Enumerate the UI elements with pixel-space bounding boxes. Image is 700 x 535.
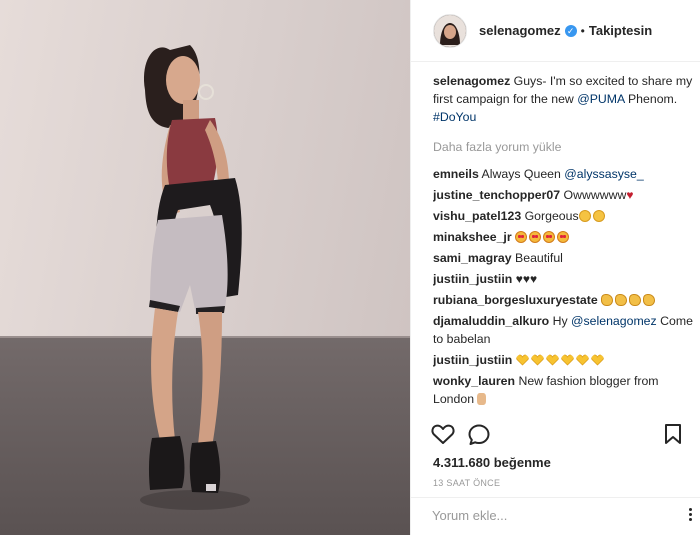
comment-username[interactable]: emneils <box>433 167 479 181</box>
header-separator: • <box>580 23 585 38</box>
verified-icon: ✓ <box>564 24 577 37</box>
comment: wonky_lauren New fashion blogger from Lo… <box>433 372 693 408</box>
yellow-heart-emoji-icon <box>575 354 589 366</box>
smile-emoji-icon <box>578 210 591 222</box>
comments-list[interactable]: selenagomez Guys- I'm so excited to shar… <box>433 72 693 415</box>
comment-text: Always Queen <box>481 167 565 181</box>
post-sidebar: selenagomez ✓ • Takiptesin selenagomez G… <box>410 0 700 535</box>
comment-username[interactable]: minakshee_jr <box>433 230 512 244</box>
comment-text: Beautiful <box>515 251 563 265</box>
heart-eyes-emoji-icon <box>529 231 542 243</box>
comment-username[interactable]: wonky_lauren <box>433 374 515 388</box>
comment-username[interactable]: vishu_patel123 <box>433 209 521 223</box>
yellow-heart-emoji-icon <box>515 354 529 366</box>
comment-username[interactable]: justine_tenchopper07 <box>433 188 560 202</box>
comment: minakshee_jr <box>433 228 693 246</box>
comment: djamaluddin_alkuro Hy @selenagomez Come … <box>433 312 693 348</box>
comment-username[interactable]: justiin_justiin <box>433 353 512 367</box>
person-figure <box>140 45 250 510</box>
comment-username[interactable]: rubiana_borgesluxuryestate <box>433 293 598 307</box>
heart-eyes-emoji-icon <box>543 231 556 243</box>
red-heart-emoji-icon: ♥ <box>626 188 634 202</box>
bookmark-icon[interactable] <box>663 423 683 445</box>
comment: sami_magray Beautiful <box>433 249 693 267</box>
clap-emoji-icon <box>643 294 656 306</box>
comment: justine_tenchopper07 Owwwwww♥ <box>433 186 693 204</box>
post-caption: selenagomez Guys- I'm so excited to shar… <box>433 72 693 126</box>
caption-username[interactable]: selenagomez <box>433 74 510 88</box>
caption-hashtag[interactable]: #DoYou <box>433 110 476 124</box>
post-header: selenagomez ✓ • Takiptesin <box>411 0 700 62</box>
add-comment-input[interactable] <box>432 508 662 523</box>
load-more-comments[interactable]: Daha fazla yorum yükle <box>433 138 693 156</box>
comment: rubiana_borgesluxuryestate <box>433 291 693 309</box>
yellow-heart-emoji-icon <box>530 354 544 366</box>
following-button[interactable]: Takiptesin <box>589 23 652 38</box>
smile-emoji-icon <box>592 210 605 222</box>
caption-text-2: Phenom. <box>624 92 678 106</box>
yellow-heart-emoji-icon <box>590 354 604 366</box>
comment-text: Owwwwww <box>563 188 627 202</box>
clap-emoji-icon <box>629 294 642 306</box>
clap-emoji-icon <box>601 294 614 306</box>
clap-emoji-icon <box>615 294 628 306</box>
comment-mention[interactable]: @selenagomez <box>571 314 657 328</box>
caption-mention[interactable]: @PUMA <box>577 92 624 106</box>
likes-count[interactable]: 4.311.680 beğenme <box>433 455 551 470</box>
comment: emneils Always Queen @alyssasyse_ <box>433 165 693 183</box>
action-bar <box>431 423 691 449</box>
comment-text: Gorgeous <box>524 209 579 223</box>
add-comment-bar <box>411 497 700 535</box>
comment-text: Hy <box>552 314 572 328</box>
heart-eyes-emoji-icon <box>515 231 528 243</box>
post-timestamp: 13 SAAT ÖNCE <box>433 478 501 488</box>
comment-username[interactable]: justiin_justiin <box>433 272 512 286</box>
yellow-heart-emoji-icon <box>545 354 559 366</box>
comment-username[interactable]: sami_magray <box>433 251 512 265</box>
comment: vishu_patel123 Gorgeous <box>433 207 693 225</box>
comment: justiin_justiin <box>433 351 693 369</box>
comment-mention[interactable]: @alyssasyse_ <box>564 167 643 181</box>
heart-eyes-emoji-icon <box>557 231 570 243</box>
pointing-hand-emoji-icon <box>477 393 487 405</box>
comment: justiin_justiin ♥♥♥ <box>433 270 693 288</box>
comment-icon[interactable] <box>467 423 491 447</box>
black-heart-emoji-icon: ♥♥♥ <box>515 272 538 286</box>
instagram-post: selenagomez ✓ • Takiptesin selenagomez G… <box>0 0 700 535</box>
yellow-heart-emoji-icon <box>560 354 574 366</box>
post-photo[interactable] <box>0 0 410 535</box>
more-options-icon[interactable] <box>689 506 693 524</box>
heart-icon[interactable] <box>431 423 455 445</box>
header-username[interactable]: selenagomez <box>479 23 561 38</box>
comment-username[interactable]: djamaluddin_alkuro <box>433 314 549 328</box>
avatar[interactable] <box>433 13 467 48</box>
